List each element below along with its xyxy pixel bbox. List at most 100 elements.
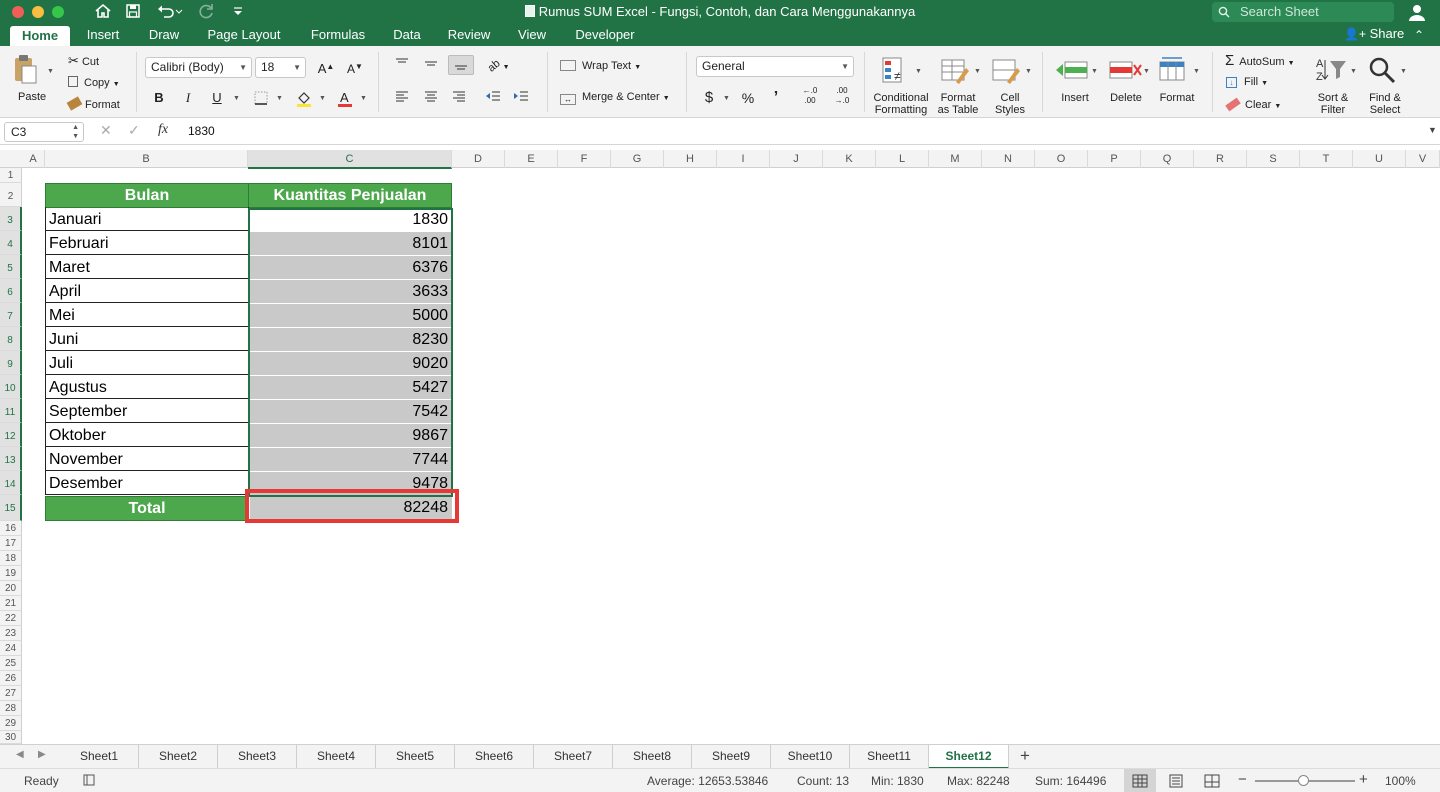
delete-cells-button[interactable]: Delete xyxy=(1103,92,1149,104)
tab-draw[interactable]: Draw xyxy=(140,24,188,46)
quantity-cell[interactable]: 6376 xyxy=(250,256,452,280)
sheet-tab-sheet8[interactable]: Sheet8 xyxy=(613,745,692,769)
borders-button[interactable] xyxy=(250,88,272,108)
tab-data[interactable]: Data xyxy=(386,24,428,46)
quantity-cell[interactable]: 7542 xyxy=(250,400,452,424)
header-cell-kuantitas[interactable]: Kuantitas Penjualan xyxy=(248,183,452,208)
row-header-26[interactable]: 26 xyxy=(0,671,22,686)
tab-page-layout[interactable]: Page Layout xyxy=(198,24,290,46)
month-cell[interactable]: Mei xyxy=(45,303,249,327)
align-right-button[interactable] xyxy=(448,88,470,108)
column-header-a[interactable]: A xyxy=(22,150,45,168)
column-header-q[interactable]: Q xyxy=(1141,150,1194,168)
row-header-19[interactable]: 19 xyxy=(0,566,22,581)
sheet-tab-sheet9[interactable]: Sheet9 xyxy=(692,745,771,769)
month-cell[interactable]: November xyxy=(45,447,249,471)
month-cell[interactable]: Juli xyxy=(45,351,249,375)
row-header-29[interactable]: 29 xyxy=(0,716,22,731)
quantity-cell[interactable]: 5427 xyxy=(250,376,452,400)
month-cell[interactable]: Januari xyxy=(45,207,249,231)
cell-styles-caret[interactable]: ▼ xyxy=(1025,68,1032,75)
sort-filter-icon[interactable]: AZ xyxy=(1316,56,1350,84)
decrease-decimal-button[interactable]: .00 →.0 xyxy=(828,86,856,106)
month-cell[interactable]: Oktober xyxy=(45,423,249,447)
find-select-caret[interactable]: ▼ xyxy=(1400,68,1407,75)
conditional-formatting-button[interactable]: Conditional Formatting xyxy=(870,92,932,116)
sheet-tab-sheet2[interactable]: Sheet2 xyxy=(139,745,218,769)
row-header-24[interactable]: 24 xyxy=(0,641,22,656)
month-cell[interactable]: Februari xyxy=(45,231,249,255)
format-cells-button[interactable]: Format xyxy=(1154,92,1200,104)
paste-icon[interactable] xyxy=(13,54,37,84)
row-header-18[interactable]: 18 xyxy=(0,551,22,566)
insert-cells-button[interactable]: Insert xyxy=(1052,92,1098,104)
normal-view-button[interactable] xyxy=(1124,769,1156,792)
increase-font-size-button[interactable]: A▲ xyxy=(313,57,339,77)
quantity-cell[interactable]: 7744 xyxy=(250,448,452,472)
zoom-slider-thumb[interactable] xyxy=(1298,775,1309,786)
underline-button[interactable]: U xyxy=(206,88,228,108)
format-cells-icon[interactable] xyxy=(1158,56,1188,84)
previous-sheet-icon[interactable]: ◀ xyxy=(16,749,24,760)
sheet-tab-sheet6[interactable]: Sheet6 xyxy=(455,745,534,769)
sheet-tab-sheet3[interactable]: Sheet3 xyxy=(218,745,297,769)
column-header-m[interactable]: M xyxy=(929,150,982,168)
column-header-f[interactable]: F xyxy=(558,150,611,168)
fill-button[interactable]: ↓ Fill ▼ xyxy=(1226,76,1268,88)
format-as-table-caret[interactable]: ▼ xyxy=(974,68,981,75)
quantity-cell[interactable]: 9867 xyxy=(250,424,452,448)
increase-indent-button[interactable] xyxy=(510,88,532,108)
row-header-10[interactable]: 10 xyxy=(0,375,22,399)
row-header-22[interactable]: 22 xyxy=(0,611,22,626)
decrease-font-size-button[interactable]: A▼ xyxy=(342,57,368,77)
find-select-button[interactable]: Find & Select xyxy=(1362,92,1408,116)
tab-view[interactable]: View xyxy=(510,24,554,46)
name-box[interactable]: C3 ▲ ▼ xyxy=(4,122,84,142)
month-cell[interactable]: Juni xyxy=(45,327,249,351)
formula-input[interactable]: 1830 xyxy=(188,124,215,138)
add-sheet-button[interactable]: + xyxy=(1020,746,1030,766)
column-header-p[interactable]: P xyxy=(1088,150,1141,168)
worksheet-grid[interactable]: ABCDEFGHIJKLMNOPQRSTUV 1 2 3 4 5 6 7 8 9 10 11 12 13… xyxy=(0,150,1440,744)
column-header-i[interactable]: I xyxy=(717,150,770,168)
currency-caret[interactable]: ▼ xyxy=(723,95,730,102)
row-header-16[interactable]: 16 xyxy=(0,521,22,536)
column-header-d[interactable]: D xyxy=(452,150,505,168)
orientation-button[interactable]: ab ▼ xyxy=(482,55,516,75)
quantity-cell[interactable]: 1830 xyxy=(250,208,452,232)
find-select-icon[interactable] xyxy=(1368,56,1398,84)
row-header-25[interactable]: 25 xyxy=(0,656,22,671)
cell-styles-button[interactable]: Cell Styles xyxy=(986,92,1034,116)
currency-button[interactable]: $ xyxy=(698,88,720,108)
month-cell[interactable]: Agustus xyxy=(45,375,249,399)
column-header-c[interactable]: C xyxy=(248,150,452,169)
comma-style-button[interactable]: ’ xyxy=(765,88,787,108)
column-header-t[interactable]: T xyxy=(1300,150,1353,168)
sheet-tab-sheet4[interactable]: Sheet4 xyxy=(297,745,376,769)
row-header-4[interactable]: 4 xyxy=(0,231,22,255)
increase-decimal-button[interactable]: ←.0.00 xyxy=(796,86,824,106)
sheet-tab-sheet5[interactable]: Sheet5 xyxy=(376,745,455,769)
row-header-1[interactable]: 1 xyxy=(0,168,22,183)
month-cell[interactable]: September xyxy=(45,399,249,423)
bold-button[interactable]: B xyxy=(148,88,170,108)
italic-button[interactable]: I xyxy=(177,88,199,108)
font-name-dropdown[interactable]: Calibri (Body) ▼ xyxy=(145,57,252,78)
row-header-11[interactable]: 11 xyxy=(0,399,22,423)
sort-filter-caret[interactable]: ▼ xyxy=(1350,68,1357,75)
align-center-button[interactable] xyxy=(420,88,442,108)
quantity-cell[interactable]: 3633 xyxy=(250,280,452,304)
column-header-u[interactable]: U xyxy=(1353,150,1406,168)
insert-cells-icon[interactable] xyxy=(1055,56,1089,84)
column-header-g[interactable]: G xyxy=(611,150,664,168)
cut-button[interactable]: ✂ Cut xyxy=(68,53,99,69)
insert-cells-caret[interactable]: ▼ xyxy=(1091,68,1098,75)
quantity-cell[interactable]: 8101 xyxy=(250,232,452,256)
sheet-tab-sheet12[interactable]: Sheet12 xyxy=(929,745,1009,769)
underline-options-caret[interactable]: ▼ xyxy=(233,95,240,102)
search-sheet-input[interactable]: Search Sheet xyxy=(1212,2,1394,22)
row-header-14[interactable]: 14 xyxy=(0,471,22,495)
expand-formula-bar-icon[interactable]: ▼ xyxy=(1428,125,1437,135)
tab-developer[interactable]: Developer xyxy=(566,24,644,46)
clear-button[interactable]: Clear ▼ xyxy=(1225,97,1281,112)
